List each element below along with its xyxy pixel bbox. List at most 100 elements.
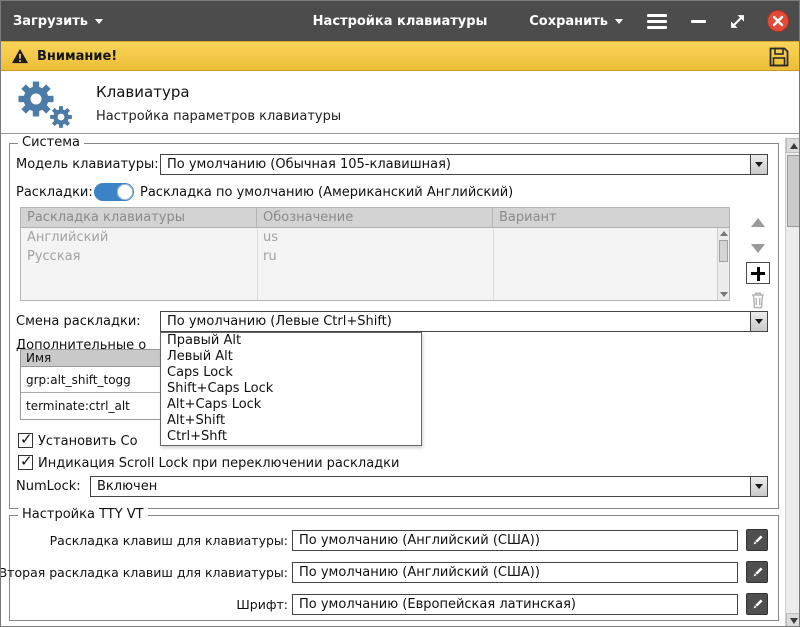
layout-switch-dropdown: Правый Alt Левый Alt Caps Lock Shift+Cap… — [160, 332, 422, 446]
column-header-name[interactable]: Имя — [21, 350, 169, 367]
numlock-value: Включен — [91, 477, 750, 496]
keyboard-model-value: По умолчанию (Обычная 105-клавишная) — [161, 155, 750, 174]
scroll-lock-checkbox-label: Индикация Scroll Lock при переключении р… — [38, 456, 399, 471]
arrow-down-icon — [790, 618, 798, 624]
scrollbar-thumb[interactable] — [787, 155, 800, 227]
add-layout-button[interactable] — [746, 262, 770, 284]
close-icon — [772, 15, 784, 27]
tty-keymap2-label: Вторая раскладка клавиш для клавиатуры: — [0, 565, 288, 580]
default-layout-text: Раскладка по умолчанию (Американский Анг… — [140, 185, 513, 200]
header-separator — [1, 133, 799, 134]
option-row[interactable]: terminate:ctrl_alt — [21, 393, 169, 419]
options-table: Имя grp:alt_shift_togg terminate:ctrl_al… — [20, 349, 170, 420]
scroll-down-button[interactable] — [786, 613, 800, 627]
expand-button[interactable] — [730, 14, 745, 29]
scroll-lock-checkbox[interactable] — [18, 455, 33, 470]
cell-code: ru — [257, 247, 493, 266]
dropdown-option[interactable]: Ctrl+Shft — [161, 429, 421, 445]
dropdown-option[interactable]: Alt+Caps Lock — [161, 397, 421, 413]
cell-variant — [493, 228, 505, 247]
module-header: Клавиатура Настройка параметров клавиату… — [1, 71, 799, 133]
arrow-up-icon — [790, 143, 798, 149]
tty-font-label: Шрифт: — [236, 597, 288, 612]
column-divider — [493, 228, 494, 300]
table-scrollbar[interactable] — [717, 228, 729, 300]
dropdown-option[interactable]: Alt+Shift — [161, 413, 421, 429]
main-scrollbar[interactable] — [785, 138, 800, 627]
table-row[interactable]: Английский us — [21, 228, 729, 247]
load-menu-label: Загрузить — [13, 14, 88, 29]
scroll-up-button[interactable] — [786, 138, 800, 153]
titlebar: Загрузить Настройка клавиатуры Сохранить — [1, 1, 799, 41]
pencil-icon — [751, 534, 764, 547]
delete-layout-button[interactable] — [746, 290, 770, 310]
keyboard-model-select[interactable]: По умолчанию (Обычная 105-клавишная) — [160, 154, 768, 175]
tty-keymap2-input[interactable]: По умолчанию (Английский (США)) — [292, 562, 738, 583]
column-divider — [257, 228, 258, 300]
move-down-button[interactable] — [746, 238, 770, 258]
keyboard-model-label: Модель клавиатуры: — [16, 157, 159, 172]
numlock-label: NumLock: — [16, 479, 81, 494]
tty-section: Настройка TTY VT Раскладка клавиш для кл… — [9, 515, 779, 621]
load-menu-button[interactable]: Загрузить — [13, 14, 103, 29]
system-legend: Система — [18, 135, 84, 150]
arrow-up-icon — [751, 218, 765, 227]
compose-checkbox-label: Установить Со — [38, 434, 138, 449]
chevron-down-icon[interactable] — [750, 155, 767, 174]
minimize-button[interactable] — [691, 20, 706, 23]
trash-icon — [750, 291, 766, 309]
numlock-select[interactable]: Включен — [90, 476, 768, 497]
dropdown-option[interactable]: Shift+Caps Lock — [161, 381, 421, 397]
save-menu-button[interactable]: Сохранить — [529, 14, 623, 29]
system-section: Система Модель клавиатуры: По умолчанию … — [9, 143, 779, 509]
page-subtitle: Настройка параметров клавиатуры — [96, 109, 341, 124]
tty-keymap-value: По умолчанию (Английский (США)) — [299, 533, 540, 548]
column-header-variant[interactable]: Вариант — [493, 208, 729, 227]
save-file-button[interactable] — [767, 45, 791, 73]
edit-keymap2-button[interactable] — [746, 561, 768, 583]
table-row[interactable]: Русская ru — [21, 247, 729, 266]
chevron-down-icon — [615, 19, 623, 24]
tty-keymap2-value: По умолчанию (Английский (США)) — [299, 565, 540, 580]
column-header-layout[interactable]: Раскладка клавиатуры — [21, 208, 257, 227]
menu-button[interactable] — [647, 14, 667, 29]
chevron-down-icon[interactable] — [750, 312, 767, 331]
scrollbar-thumb[interactable] — [719, 240, 728, 262]
layout-switch-select[interactable]: По умолчанию (Левые Ctrl+Shift) — [160, 311, 768, 332]
pencil-icon — [751, 598, 764, 611]
option-row[interactable]: grp:alt_shift_togg — [21, 367, 169, 393]
column-header-code[interactable]: Обозначение — [257, 208, 493, 227]
scroll-up-icon[interactable] — [720, 231, 728, 236]
dropdown-option[interactable]: Левый Alt — [161, 349, 421, 365]
tty-keymap-label: Раскладка клавиш для клавиатуры: — [50, 533, 288, 548]
edit-keymap-button[interactable] — [746, 529, 768, 551]
warning-text: Внимание! — [37, 49, 117, 64]
chevron-down-icon — [95, 19, 103, 24]
layouts-table-header: Раскладка клавиатуры Обозначение Вариант — [21, 208, 729, 228]
layout-switch-label: Смена раскладки: — [16, 314, 141, 329]
cell-variant — [493, 247, 505, 266]
default-layout-toggle[interactable] — [94, 183, 134, 201]
warning-bar: Внимание! — [1, 41, 799, 71]
dropdown-option[interactable]: Caps Lock — [161, 365, 421, 381]
compose-checkbox[interactable] — [18, 433, 33, 448]
pencil-icon — [751, 566, 764, 579]
cell-code: us — [257, 228, 493, 247]
tty-keymap-input[interactable]: По умолчанию (Английский (США)) — [292, 530, 738, 551]
tty-font-input[interactable]: По умолчанию (Европейская латинская) — [292, 594, 738, 615]
page-title: Клавиатура — [96, 83, 190, 101]
scroll-down-icon[interactable] — [720, 292, 728, 297]
close-button[interactable] — [767, 10, 789, 32]
layouts-label: Раскладки: — [16, 185, 93, 200]
edit-font-button[interactable] — [746, 593, 768, 615]
chevron-down-icon[interactable] — [750, 477, 767, 496]
tty-legend: Настройка TTY VT — [18, 507, 148, 522]
floppy-icon — [767, 45, 791, 69]
cell-layout: Английский — [21, 228, 257, 247]
warning-icon — [11, 48, 29, 64]
dropdown-option[interactable]: Правый Alt — [161, 333, 421, 349]
layout-switch-value: По умолчанию (Левые Ctrl+Shift) — [161, 312, 750, 331]
hamburger-icon — [647, 14, 667, 29]
expand-icon — [730, 14, 745, 29]
move-up-button[interactable] — [746, 212, 770, 232]
